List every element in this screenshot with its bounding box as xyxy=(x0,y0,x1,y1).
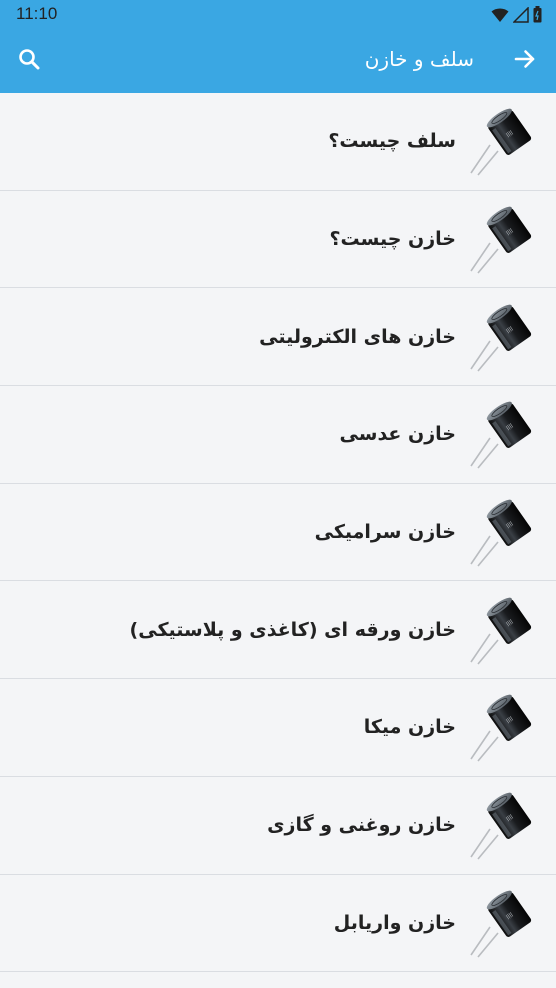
list-item-label: خازن میکا xyxy=(363,716,456,739)
arrow-right-icon xyxy=(513,47,537,75)
signal-icon xyxy=(512,5,529,27)
app-bar: سلف و خازن xyxy=(0,30,556,93)
battery-icon xyxy=(533,6,542,27)
topic-list: سلف چیست؟ خازن چیست؟ خازن های الکترولیتی… xyxy=(0,93,556,973)
list-item-label: خازن های الکترولیتی xyxy=(259,325,456,348)
list-item[interactable]: خازن چیست؟ xyxy=(0,190,556,289)
capacitor-icon xyxy=(470,105,542,177)
search-icon xyxy=(17,47,41,75)
list-item[interactable]: خازن عدسی xyxy=(0,386,556,484)
capacitor-icon xyxy=(470,300,542,373)
capacitor-icon xyxy=(470,202,542,275)
page-title: سلف و خازن xyxy=(364,47,474,71)
capacitor-icon xyxy=(470,789,542,861)
status-bar: 11:10 xyxy=(0,0,556,30)
list-item[interactable]: سلف چیست؟ xyxy=(0,93,556,191)
list-item[interactable]: خازن روغنی و گازی xyxy=(0,776,556,875)
capacitor-icon xyxy=(470,886,542,959)
list-item[interactable]: خازن واریابل xyxy=(0,874,556,973)
wifi-icon xyxy=(491,7,509,27)
list-item-label: خازن روغنی و گازی xyxy=(267,814,456,837)
list-item-label: خازن واریابل xyxy=(333,911,456,934)
capacitor-icon xyxy=(470,593,542,666)
list-item-label: خازن چیست؟ xyxy=(329,228,456,251)
status-time: 11:10 xyxy=(16,4,58,23)
back-button[interactable] xyxy=(508,44,542,78)
list-item[interactable]: خازن سرامیکی xyxy=(0,483,556,582)
list-item-label: خازن عدسی xyxy=(339,423,456,446)
capacitor-icon xyxy=(470,398,542,470)
list-item-label: خازن سرامیکی xyxy=(314,521,456,544)
list-item[interactable]: خازن میکا xyxy=(0,679,556,777)
search-button[interactable] xyxy=(12,44,46,78)
status-icons xyxy=(491,5,542,27)
list-item[interactable]: خازن ورقه ای (کاغذی و پلاستیکی) xyxy=(0,581,556,680)
list-item-label: خازن ورقه ای (کاغذی و پلاستیکی) xyxy=(129,618,456,641)
list-item-label: سلف چیست؟ xyxy=(328,130,456,153)
capacitor-icon xyxy=(470,691,542,763)
capacitor-icon xyxy=(470,496,542,568)
list-item[interactable]: خازن های الکترولیتی xyxy=(0,288,556,387)
